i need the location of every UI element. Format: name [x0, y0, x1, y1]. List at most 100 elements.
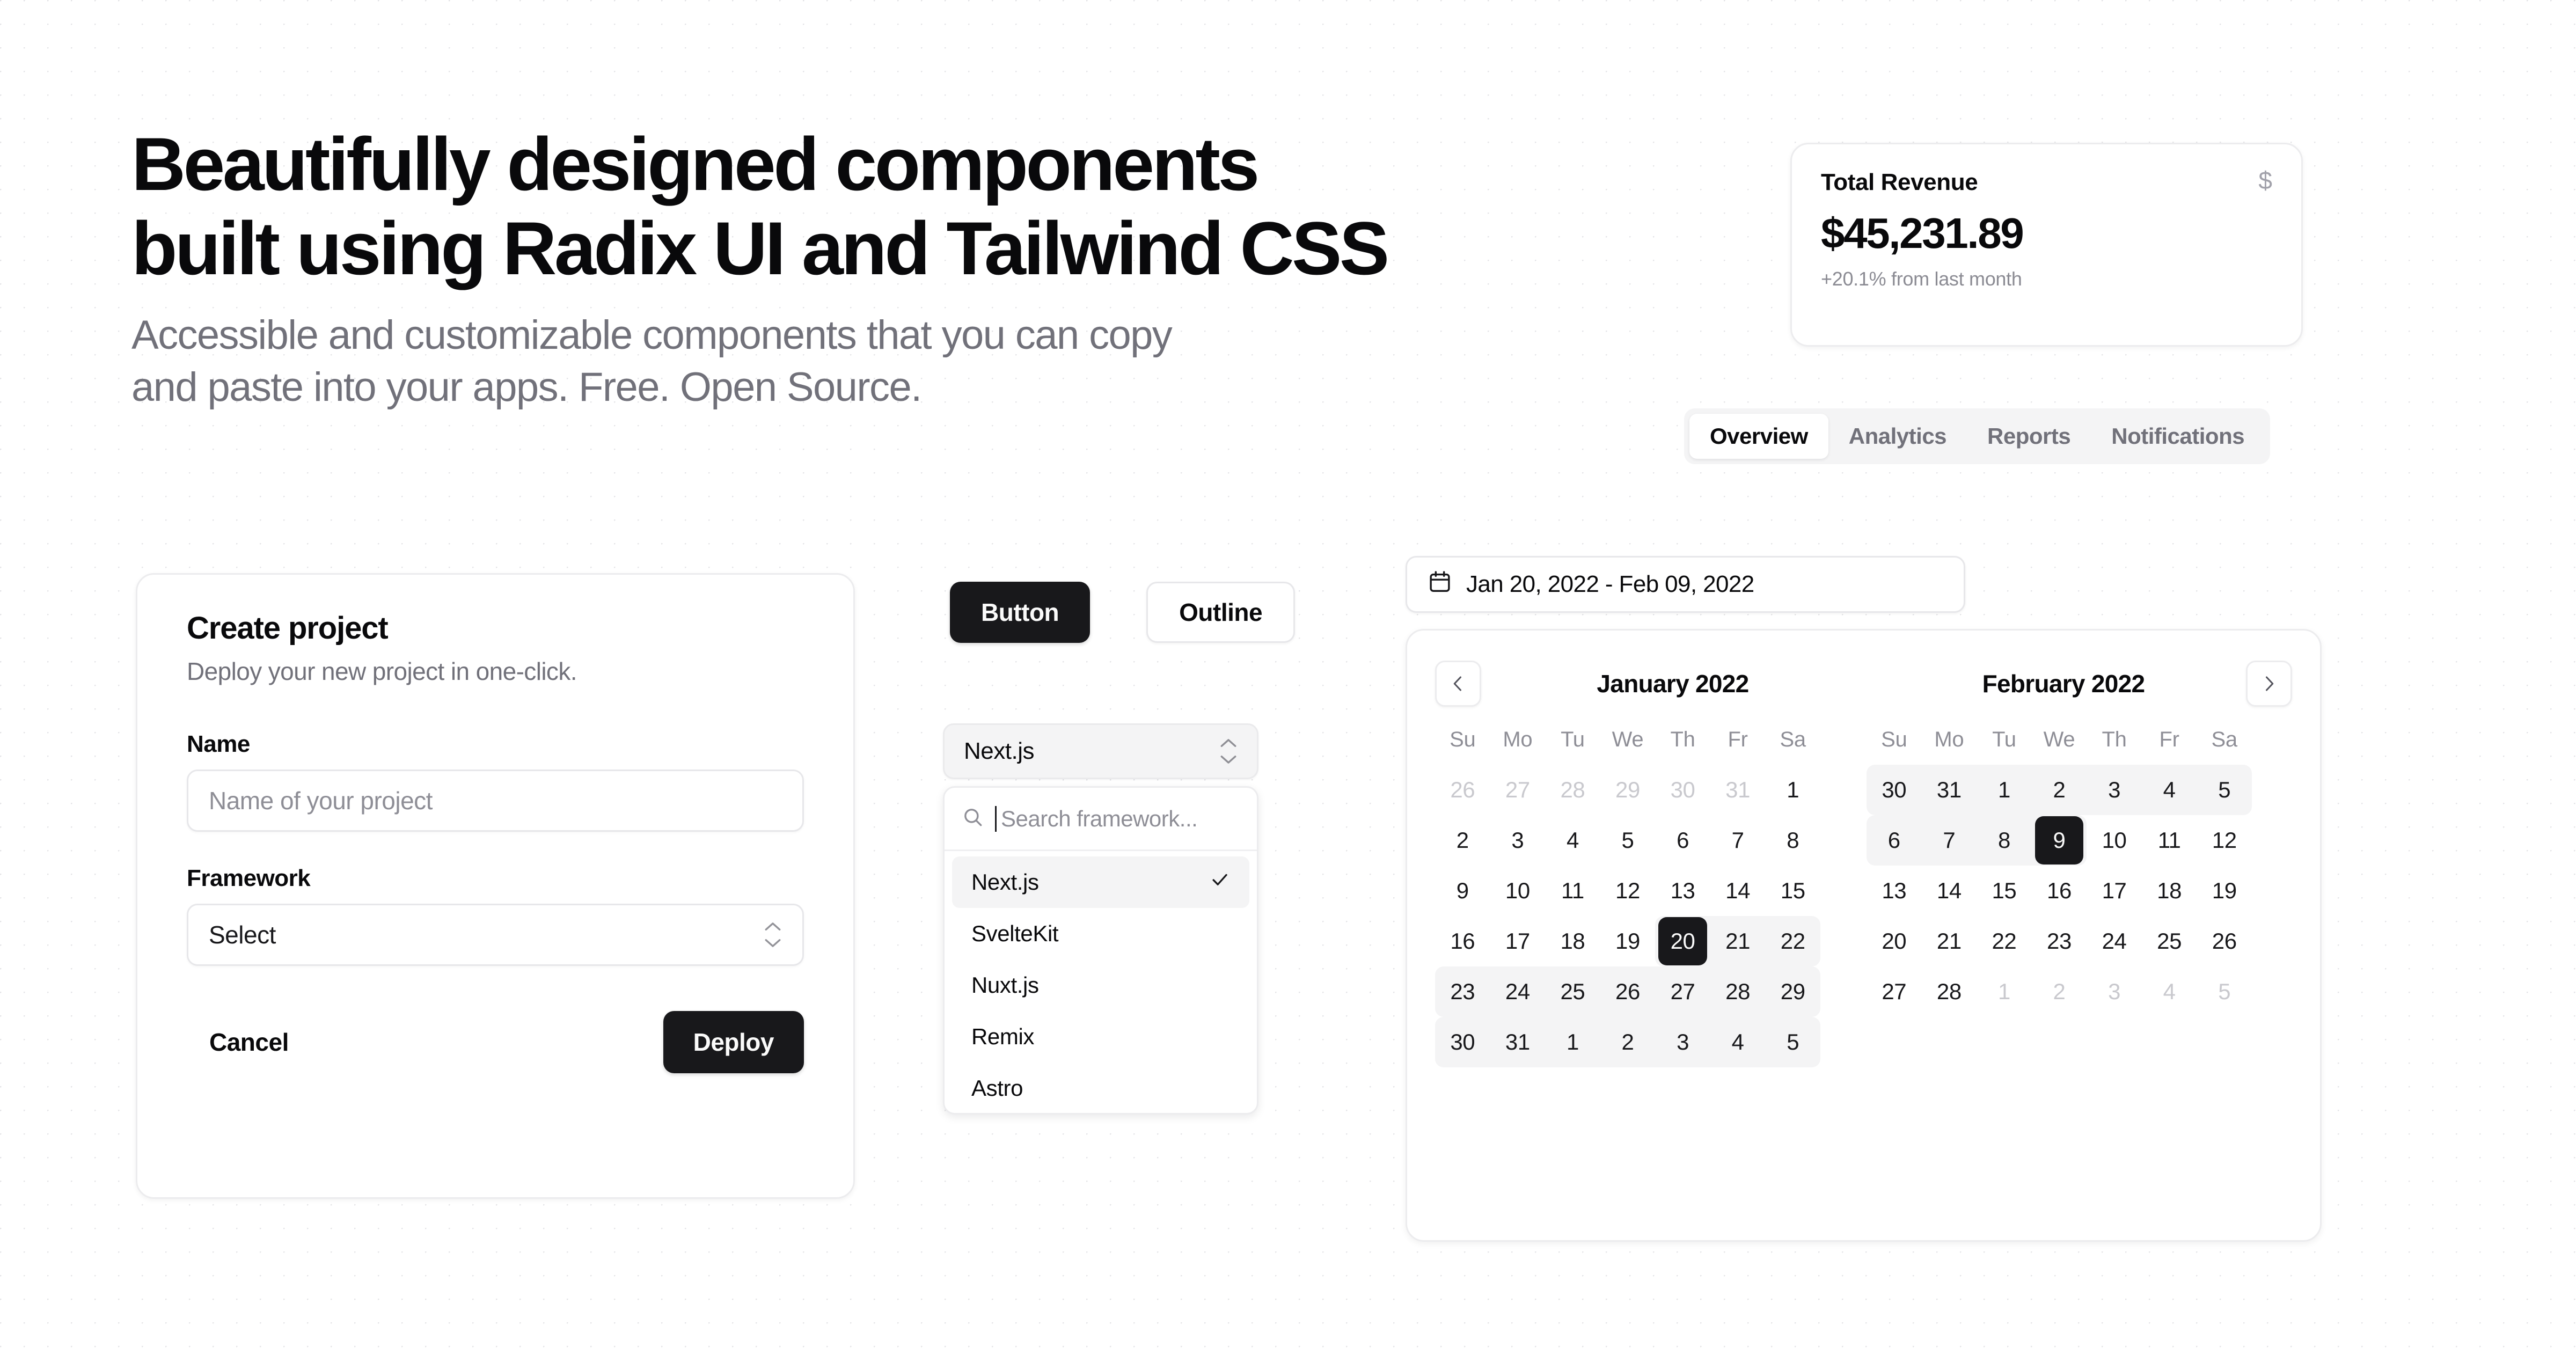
framework-select[interactable]: Select [187, 904, 804, 966]
calendar-day-january-4[interactable]: 4 [1545, 815, 1600, 866]
outline-button[interactable]: Outline [1146, 582, 1296, 643]
calendar-day-january-28[interactable]: 28 [1710, 966, 1766, 1017]
calendar-day-january-10[interactable]: 10 [1490, 866, 1546, 916]
calendar-day-january-22[interactable]: 22 [1765, 916, 1820, 966]
calendar-day-february-17[interactable]: 17 [2087, 866, 2142, 916]
combobox-option-astro[interactable]: Astro [952, 1063, 1249, 1113]
calendar-day-january-19[interactable]: 19 [1600, 916, 1656, 966]
calendar-day-january-25[interactable]: 25 [1545, 966, 1600, 1017]
calendar-day-february-22[interactable]: 22 [1977, 916, 2032, 966]
calendar-day-february-18[interactable]: 18 [2142, 866, 2197, 916]
calendar-day-january-31[interactable]: 31 [1490, 1017, 1546, 1067]
name-input[interactable]: Name of your project [187, 770, 804, 832]
calendar-day-february-6[interactable]: 6 [1867, 815, 1922, 866]
calendar-day-january-23[interactable]: 23 [1435, 966, 1490, 1017]
calendar-caption-february: February 2022 [1982, 670, 2146, 698]
next-month-button[interactable] [2246, 661, 2292, 707]
calendar-day-february-16[interactable]: 16 [2032, 866, 2087, 916]
tab-notifications[interactable]: Notifications [2091, 414, 2265, 459]
combobox-search-row[interactable]: Search framework... [945, 788, 1257, 851]
create-project-title: Create project [187, 611, 389, 646]
deploy-button[interactable]: Deploy [663, 1011, 804, 1073]
calendar-day-february-9[interactable]: 9 [2031, 815, 2087, 866]
calendar-day-january-29: 29 [1615, 777, 1640, 802]
calendar-day-january-5[interactable]: 5 [1600, 815, 1656, 866]
calendar-day-february-7[interactable]: 7 [1921, 815, 1977, 866]
calendar-day-february-20[interactable]: 20 [1867, 916, 1922, 966]
calendar-day-january-11[interactable]: 11 [1545, 866, 1600, 916]
calendar-day-february-24[interactable]: 24 [2087, 916, 2142, 966]
calendar-day-january-6[interactable]: 6 [1655, 815, 1710, 866]
calendar-day-january-20[interactable]: 20 [1655, 916, 1710, 966]
combobox-option-remix[interactable]: Remix [952, 1011, 1249, 1063]
calendar-day-january-5[interactable]: 5 [1765, 1017, 1820, 1067]
tab-reports[interactable]: Reports [1967, 414, 2091, 459]
calendar-day-february-15[interactable]: 15 [1977, 866, 2032, 916]
calendar-day-february-4[interactable]: 4 [2141, 765, 2197, 815]
calendar-day-february-30[interactable]: 30 [1867, 765, 1922, 815]
calendar-day-february-25[interactable]: 25 [2142, 916, 2197, 966]
combobox-option-nextjs[interactable]: Next.js [952, 856, 1249, 908]
create-project-actions: Cancel Deploy [187, 1011, 804, 1073]
calendar-day-january-14[interactable]: 14 [1710, 866, 1766, 916]
calendar-day-february-31[interactable]: 31 [1921, 765, 1977, 815]
calendar-day-january-3[interactable]: 3 [1655, 1017, 1710, 1067]
calendar-day-february-8[interactable]: 8 [1977, 815, 2032, 866]
calendar-day-january-12[interactable]: 12 [1600, 866, 1656, 916]
page-title-line-1: Beautifully designed components [131, 122, 1260, 206]
calendar-day-february-1[interactable]: 1 [1977, 765, 2032, 815]
calendar-day-february-13[interactable]: 13 [1867, 866, 1922, 916]
calendar-day-january-17[interactable]: 17 [1490, 916, 1546, 966]
framework-label: Framework [187, 865, 311, 891]
cancel-button[interactable]: Cancel [187, 1011, 311, 1073]
revenue-card-title: Total Revenue [1821, 169, 1978, 195]
calendar-day-january-2[interactable]: 2 [1600, 1017, 1656, 1067]
calendar-weekday-fr: Fr [2159, 727, 2179, 751]
calendar-day-january-7[interactable]: 7 [1710, 815, 1766, 866]
calendar-day-february-11[interactable]: 11 [2142, 815, 2197, 866]
framework-combobox-trigger[interactable]: Next.js [943, 723, 1258, 779]
calendar-day-february-26[interactable]: 26 [2197, 916, 2252, 966]
calendar-day-january-8[interactable]: 8 [1765, 815, 1820, 866]
combobox-option-sveltekit[interactable]: SvelteKit [952, 908, 1249, 959]
calendar-day-january-2[interactable]: 2 [1435, 815, 1490, 866]
calendar-day-february-28[interactable]: 28 [1922, 966, 1977, 1017]
date-range-trigger[interactable]: Jan 20, 2022 - Feb 09, 2022 [1406, 556, 1965, 613]
calendar-day-january-26[interactable]: 26 [1600, 966, 1656, 1017]
calendar-day-january-21[interactable]: 21 [1710, 916, 1766, 966]
calendar-day-january-18[interactable]: 18 [1545, 916, 1600, 966]
calendar-day-january-24[interactable]: 24 [1490, 966, 1546, 1017]
calendar-day-february-3[interactable]: 3 [2087, 765, 2142, 815]
calendar-day-january-3[interactable]: 3 [1490, 815, 1546, 866]
calendar-day-january-1[interactable]: 1 [1765, 765, 1820, 815]
prev-month-button[interactable] [1435, 661, 1481, 707]
calendar-day-january-27[interactable]: 27 [1655, 966, 1710, 1017]
calendar-day-february-3: 3 [2108, 979, 2121, 1004]
calendar-day-february-14[interactable]: 14 [1922, 866, 1977, 916]
calendar-day-february-21[interactable]: 21 [1922, 916, 1977, 966]
calendar-day-january-15[interactable]: 15 [1765, 866, 1820, 916]
calendar-day-february-2[interactable]: 2 [2031, 765, 2087, 815]
calendar-day-january-29[interactable]: 29 [1765, 966, 1820, 1017]
combobox-option-nuxtjs[interactable]: Nuxt.js [952, 959, 1249, 1011]
calendar-day-january-30[interactable]: 30 [1435, 1017, 1490, 1067]
tab-analytics[interactable]: Analytics [1828, 414, 1967, 459]
combobox-option-label: Next.js [971, 869, 1039, 895]
calendar-day-february-12[interactable]: 12 [2197, 815, 2252, 866]
calendar-day-january-1[interactable]: 1 [1545, 1017, 1600, 1067]
calendar-day-february-27[interactable]: 27 [1867, 966, 1922, 1017]
hero-section: Beautifully designed components built us… [131, 122, 1688, 413]
calendar-day-january-13[interactable]: 13 [1655, 866, 1710, 916]
calendar-day-january-4[interactable]: 4 [1710, 1017, 1766, 1067]
calendar-day-january-9[interactable]: 9 [1435, 866, 1490, 916]
revenue-card-header: Total Revenue $ [1821, 168, 2272, 196]
calendar-day-february-5[interactable]: 5 [2197, 765, 2252, 815]
calendar-weekday-tu: Tu [1561, 727, 1585, 751]
calendar-day-january-16[interactable]: 16 [1435, 916, 1490, 966]
calendar-day-february-23[interactable]: 23 [2032, 916, 2087, 966]
default-button[interactable]: Button [950, 582, 1091, 643]
combobox-search-input[interactable]: Search framework... [1001, 806, 1198, 832]
calendar-day-february-10[interactable]: 10 [2087, 815, 2142, 866]
calendar-day-february-19[interactable]: 19 [2197, 866, 2252, 916]
tab-overview[interactable]: Overview [1689, 414, 1828, 459]
